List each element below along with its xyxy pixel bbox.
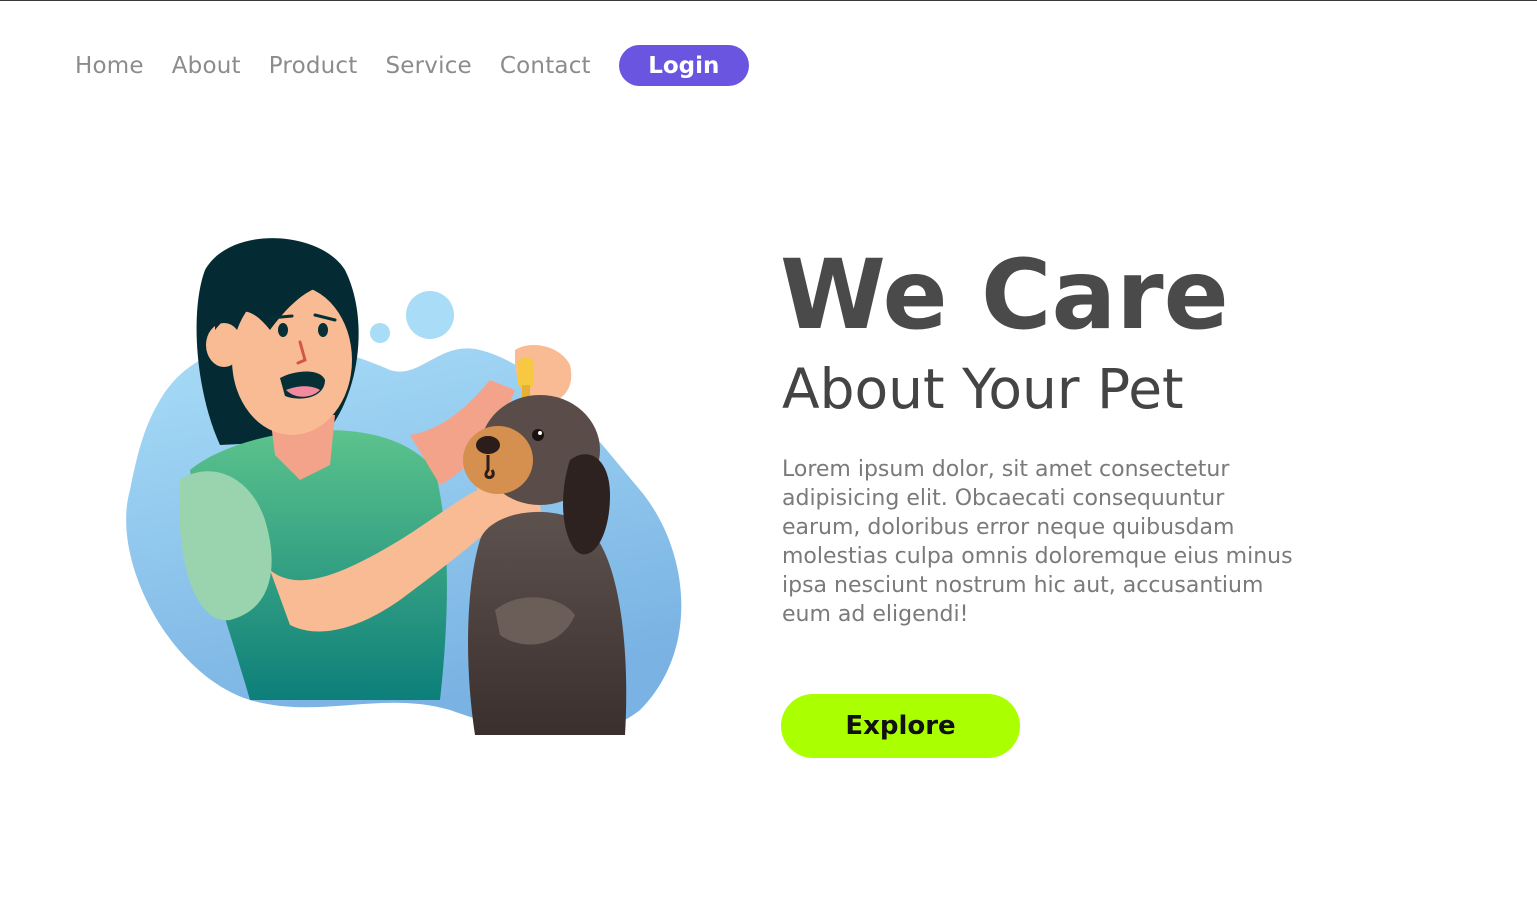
nav-link-product[interactable]: Product xyxy=(269,53,358,79)
nav-link-service[interactable]: Service xyxy=(385,53,471,79)
dog-eye xyxy=(532,429,544,441)
bubble-large xyxy=(406,291,454,339)
hero-illustration xyxy=(120,230,695,740)
woman-eye-right xyxy=(318,323,328,337)
dog-muzzle xyxy=(463,426,533,494)
explore-button[interactable]: Explore xyxy=(781,694,1020,758)
eye-dropper xyxy=(518,358,534,388)
bubble-small xyxy=(370,323,390,343)
hero-title: We Care xyxy=(780,239,1229,351)
nav-link-home[interactable]: Home xyxy=(75,53,144,79)
main-nav: Home About Product Service Contact Login xyxy=(75,45,749,86)
nav-link-contact[interactable]: Contact xyxy=(500,53,591,79)
top-border xyxy=(0,0,1537,1)
login-button[interactable]: Login xyxy=(618,45,749,86)
hero-subtitle: About Your Pet xyxy=(782,357,1184,421)
woman-eye-left xyxy=(278,323,288,337)
nav-link-about[interactable]: About xyxy=(172,53,241,79)
hero-description: Lorem ipsum dolor, sit amet consectetur … xyxy=(782,457,1293,627)
